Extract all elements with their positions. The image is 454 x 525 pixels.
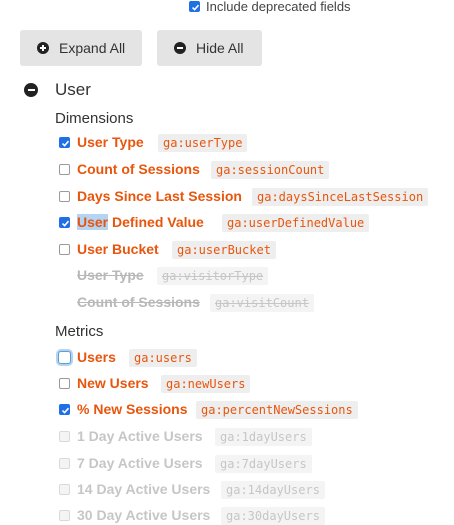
dimension-code: ga:sessionCount [211, 161, 330, 179]
metric-checkbox [59, 458, 70, 469]
minus-circle-icon [27, 89, 35, 91]
metric-code: ga:newUsers [161, 375, 251, 393]
metric-label: 1 Day Active Users [77, 428, 203, 444]
dimension-code: ga:userBucket [172, 241, 276, 259]
metric-code: ga:percentNewSessions [196, 401, 358, 419]
dimension-code: ga:userType [158, 134, 248, 152]
dimension-label: Count of Sessions [77, 161, 200, 177]
metric-label: 30 Day Active Users [77, 507, 211, 523]
dimension-label: User Bucket [77, 241, 159, 257]
section-title: User [55, 80, 91, 99]
check-icon [191, 4, 200, 11]
expand-all-button[interactable]: Expand All [20, 30, 142, 66]
plus-circle-icon [37, 42, 49, 54]
minus-circle-icon [174, 42, 186, 54]
metric-checkbox[interactable] [58, 351, 71, 364]
metrics-heading: Metrics [55, 323, 104, 340]
dimension-code: ga:daysSinceLastSession [252, 188, 429, 206]
dimension-checkbox[interactable] [59, 244, 70, 255]
metric-label: 14 Day Active Users [77, 481, 211, 497]
metric-code: ga:1dayUsers [215, 428, 312, 446]
metric-label: New Users [77, 375, 149, 391]
dimension-code: ga:userDefinedValue [222, 214, 370, 232]
check-icon [61, 407, 70, 414]
dimension-label: User Type [77, 134, 144, 150]
metric-checkbox[interactable] [59, 404, 70, 415]
dimension-checkbox[interactable] [59, 137, 70, 148]
metric-checkbox [59, 431, 70, 442]
dimension-label-rest: Defined Value [108, 214, 204, 230]
deprecated-dimension-label: Count of Sessions [77, 294, 200, 310]
dimension-checkbox[interactable] [59, 164, 70, 175]
metric-label: Users [77, 349, 116, 365]
dimension-checkbox[interactable] [59, 191, 70, 202]
hide-all-button[interactable]: Hide All [157, 30, 262, 66]
check-icon [61, 140, 70, 147]
metric-code: ga:30dayUsers [221, 507, 325, 525]
dimension-checkbox[interactable] [59, 217, 70, 228]
include-deprecated-checkbox[interactable] [189, 1, 200, 12]
selected-text-highlight: User [77, 214, 109, 230]
metric-checkbox [59, 510, 70, 521]
expand-all-label: Expand All [59, 40, 126, 56]
dimension-label: User Defined Value [77, 214, 204, 231]
metric-checkbox[interactable] [59, 378, 70, 389]
metric-code: ga:users [129, 349, 197, 367]
check-icon [61, 220, 70, 227]
metric-code: ga:7dayUsers [215, 455, 312, 473]
deprecated-dimension-code: ga:visitorType [157, 267, 269, 285]
metric-checkbox [59, 484, 70, 495]
deprecated-dimension-label: User Type [77, 267, 144, 283]
deprecated-dimension-code: ga:visitCount [210, 294, 314, 312]
metric-code: ga:14dayUsers [221, 481, 325, 499]
collapse-section-toggle[interactable] [24, 83, 38, 97]
hide-all-label: Hide All [196, 40, 244, 56]
metric-label: 7 Day Active Users [77, 455, 203, 471]
include-deprecated-label: Include deprecated fields [206, 0, 351, 14]
metric-label: % New Sessions [77, 401, 188, 417]
dimensions-heading: Dimensions [55, 110, 134, 127]
dimension-label: Days Since Last Session [77, 188, 242, 204]
